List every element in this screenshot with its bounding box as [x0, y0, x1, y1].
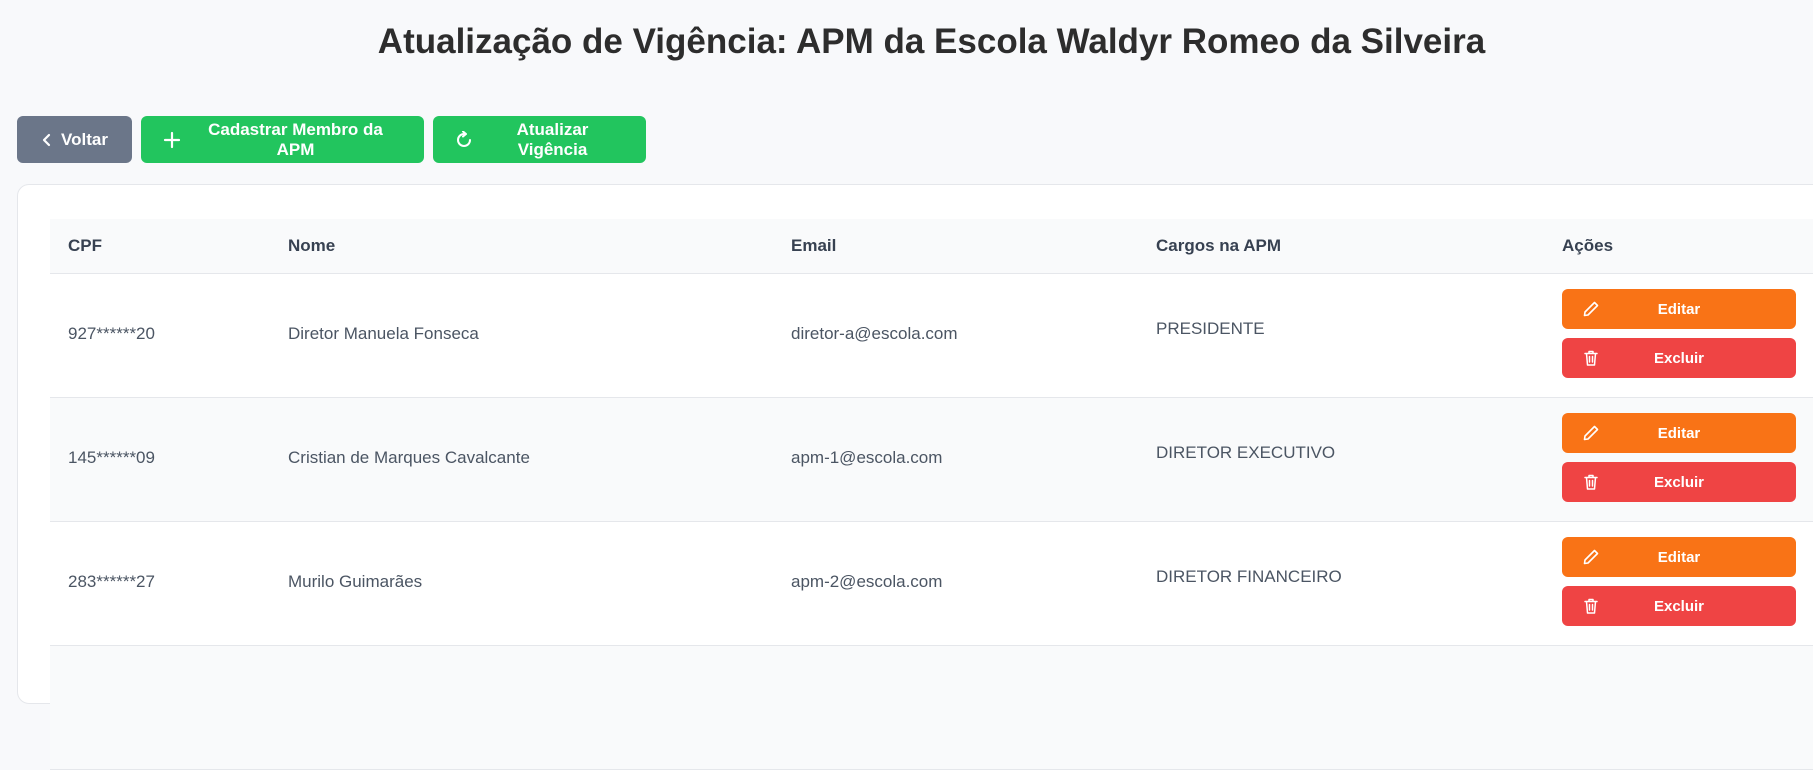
- table-row: [50, 646, 1813, 770]
- pencil-icon: [1582, 424, 1600, 442]
- row-actions: Editar Excluir: [1562, 289, 1796, 378]
- members-table: CPF Nome Email Cargos na APM Ações 927**…: [50, 219, 1813, 770]
- refresh-validity-button[interactable]: Atualizar Vigência: [433, 116, 646, 163]
- back-button-label: Voltar: [61, 129, 108, 149]
- edit-button[interactable]: Editar: [1562, 537, 1796, 577]
- edit-button-label: Editar: [1657, 548, 1701, 566]
- pencil-icon: [1582, 300, 1600, 318]
- back-button[interactable]: Voltar: [17, 116, 132, 163]
- edit-button-label: Editar: [1657, 300, 1701, 318]
- cell-cpf: 283******27: [68, 572, 155, 591]
- refresh-icon: [455, 130, 473, 149]
- edit-button[interactable]: Editar: [1562, 289, 1796, 329]
- cell-email: apm-2@escola.com: [791, 572, 943, 591]
- pencil-icon: [1582, 548, 1600, 566]
- delete-button[interactable]: Excluir: [1562, 586, 1796, 626]
- delete-button[interactable]: Excluir: [1562, 338, 1796, 378]
- cell-email: diretor-a@escola.com: [791, 324, 958, 343]
- column-header-email: Email: [791, 236, 837, 255]
- row-actions: Editar Excluir: [1562, 413, 1796, 502]
- edit-button[interactable]: Editar: [1562, 413, 1796, 453]
- column-header-cpf: CPF: [68, 236, 102, 255]
- table-row: 927******20 Diretor Manuela Fonseca dire…: [50, 274, 1813, 398]
- cell-nome: Diretor Manuela Fonseca: [288, 324, 479, 343]
- column-header-acoes: Ações: [1562, 236, 1614, 255]
- plus-icon: [163, 131, 181, 149]
- toolbar: Voltar Cadastrar Membro da APM Atualizar…: [17, 116, 646, 163]
- delete-button[interactable]: Excluir: [1562, 462, 1796, 502]
- cell-nome: Murilo Guimarães: [288, 572, 423, 591]
- delete-button-label: Excluir: [1653, 597, 1705, 615]
- table-row: 145******09 Cristian de Marques Cavalcan…: [50, 398, 1813, 522]
- delete-button-label: Excluir: [1653, 473, 1705, 491]
- add-member-button[interactable]: Cadastrar Membro da APM: [141, 116, 424, 163]
- cell-cargo: DIRETOR EXECUTIVO: [1156, 443, 1336, 462]
- trash-icon: [1582, 349, 1600, 367]
- cell-cargo: PRESIDENTE: [1156, 319, 1265, 338]
- table-header: CPF Nome Email Cargos na APM Ações: [50, 219, 1813, 274]
- delete-button-label: Excluir: [1653, 349, 1705, 367]
- add-member-button-label: Cadastrar Membro da APM: [208, 119, 383, 159]
- trash-icon: [1582, 597, 1600, 615]
- table-row: 283******27 Murilo Guimarães apm-2@escol…: [50, 522, 1813, 646]
- cell-cargo: DIRETOR FINANCEIRO: [1156, 567, 1342, 586]
- edit-button-label: Editar: [1657, 424, 1701, 442]
- column-header-cargos: Cargos na APM: [1156, 236, 1282, 255]
- cell-nome: Cristian de Marques Cavalcante: [288, 448, 530, 467]
- cell-cpf: 145******09: [68, 448, 155, 467]
- row-actions: Editar Excluir: [1562, 537, 1796, 626]
- chevron-left-icon: [41, 133, 53, 147]
- page-title: Atualização de Vigência: APM da Escola W…: [377, 22, 1486, 61]
- trash-icon: [1582, 473, 1600, 491]
- cell-email: apm-1@escola.com: [791, 448, 943, 467]
- cell-cpf: 927******20: [68, 324, 155, 343]
- column-header-nome: Nome: [288, 236, 336, 255]
- refresh-validity-button-label: Atualizar Vigência: [516, 119, 589, 159]
